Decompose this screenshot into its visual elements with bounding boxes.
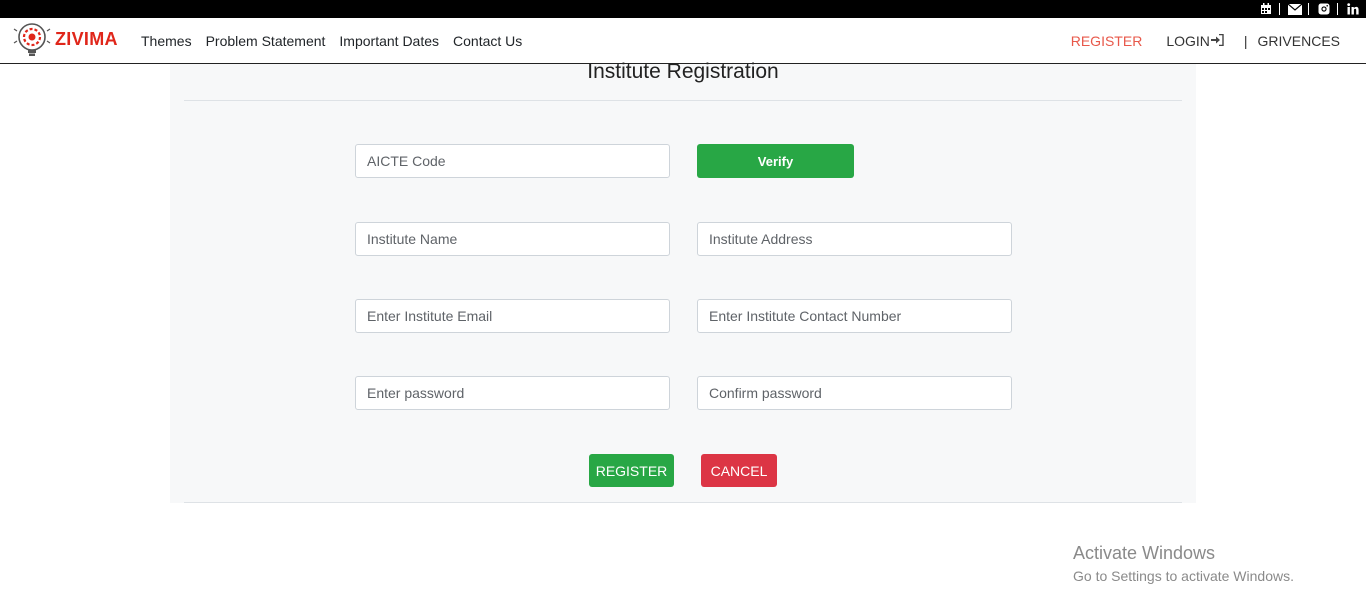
separator [1279, 3, 1280, 15]
separator [1337, 3, 1338, 15]
top-bar [0, 0, 1366, 18]
linkedin-icon[interactable] [1346, 2, 1360, 16]
separator [1308, 3, 1309, 15]
brand-name[interactable]: ZIVIMA [55, 29, 118, 50]
institute-name-input[interactable] [355, 222, 670, 256]
institute-contact-input[interactable] [697, 299, 1012, 333]
nav-contact-us[interactable]: Contact Us [453, 33, 522, 49]
sign-in-icon [1210, 33, 1224, 49]
nav-right: REGISTER LOGIN | GRIVENCES [1071, 33, 1340, 49]
page-title: Institute Registration [587, 60, 779, 83]
login-label: LOGIN [1166, 33, 1210, 49]
watermark-title: Activate Windows [1073, 543, 1216, 563]
password-input[interactable] [355, 376, 670, 410]
nav-themes[interactable]: Themes [141, 33, 192, 49]
mail-icon[interactable] [1288, 2, 1302, 16]
institute-address-input[interactable] [697, 222, 1012, 256]
nav-problem-statement[interactable]: Problem Statement [206, 33, 326, 49]
confirm-password-input[interactable] [697, 376, 1012, 410]
footer-divider [184, 502, 1182, 503]
nav-links: Themes Problem Statement Important Dates… [141, 33, 536, 49]
register-button[interactable]: REGISTER [589, 454, 674, 487]
aicte-code-input[interactable] [355, 144, 670, 178]
nav-login-link[interactable]: LOGIN [1166, 33, 1224, 49]
cancel-button[interactable]: CANCEL [701, 454, 777, 487]
main-navbar: ZIVIMA Themes Problem Statement Importan… [0, 18, 1366, 64]
social-icons [1259, 0, 1360, 18]
nav-register-link[interactable]: REGISTER [1071, 33, 1143, 49]
institute-email-input[interactable] [355, 299, 670, 333]
registration-card [170, 64, 1196, 503]
nav-divider: | [1243, 33, 1248, 49]
nav-important-dates[interactable]: Important Dates [339, 33, 439, 49]
watermark-subtitle: Go to Settings to activate Windows. [1073, 568, 1294, 584]
calendar-icon[interactable] [1259, 2, 1273, 16]
instagram-icon[interactable] [1317, 2, 1331, 16]
zivima-logo-icon[interactable] [13, 21, 51, 59]
verify-button[interactable]: Verify [697, 144, 854, 178]
nav-grievances-link[interactable]: GRIVENCES [1258, 33, 1340, 49]
windows-activation-watermark: Activate Windows Go to Settings to activ… [1073, 543, 1294, 584]
title-divider [184, 100, 1182, 101]
